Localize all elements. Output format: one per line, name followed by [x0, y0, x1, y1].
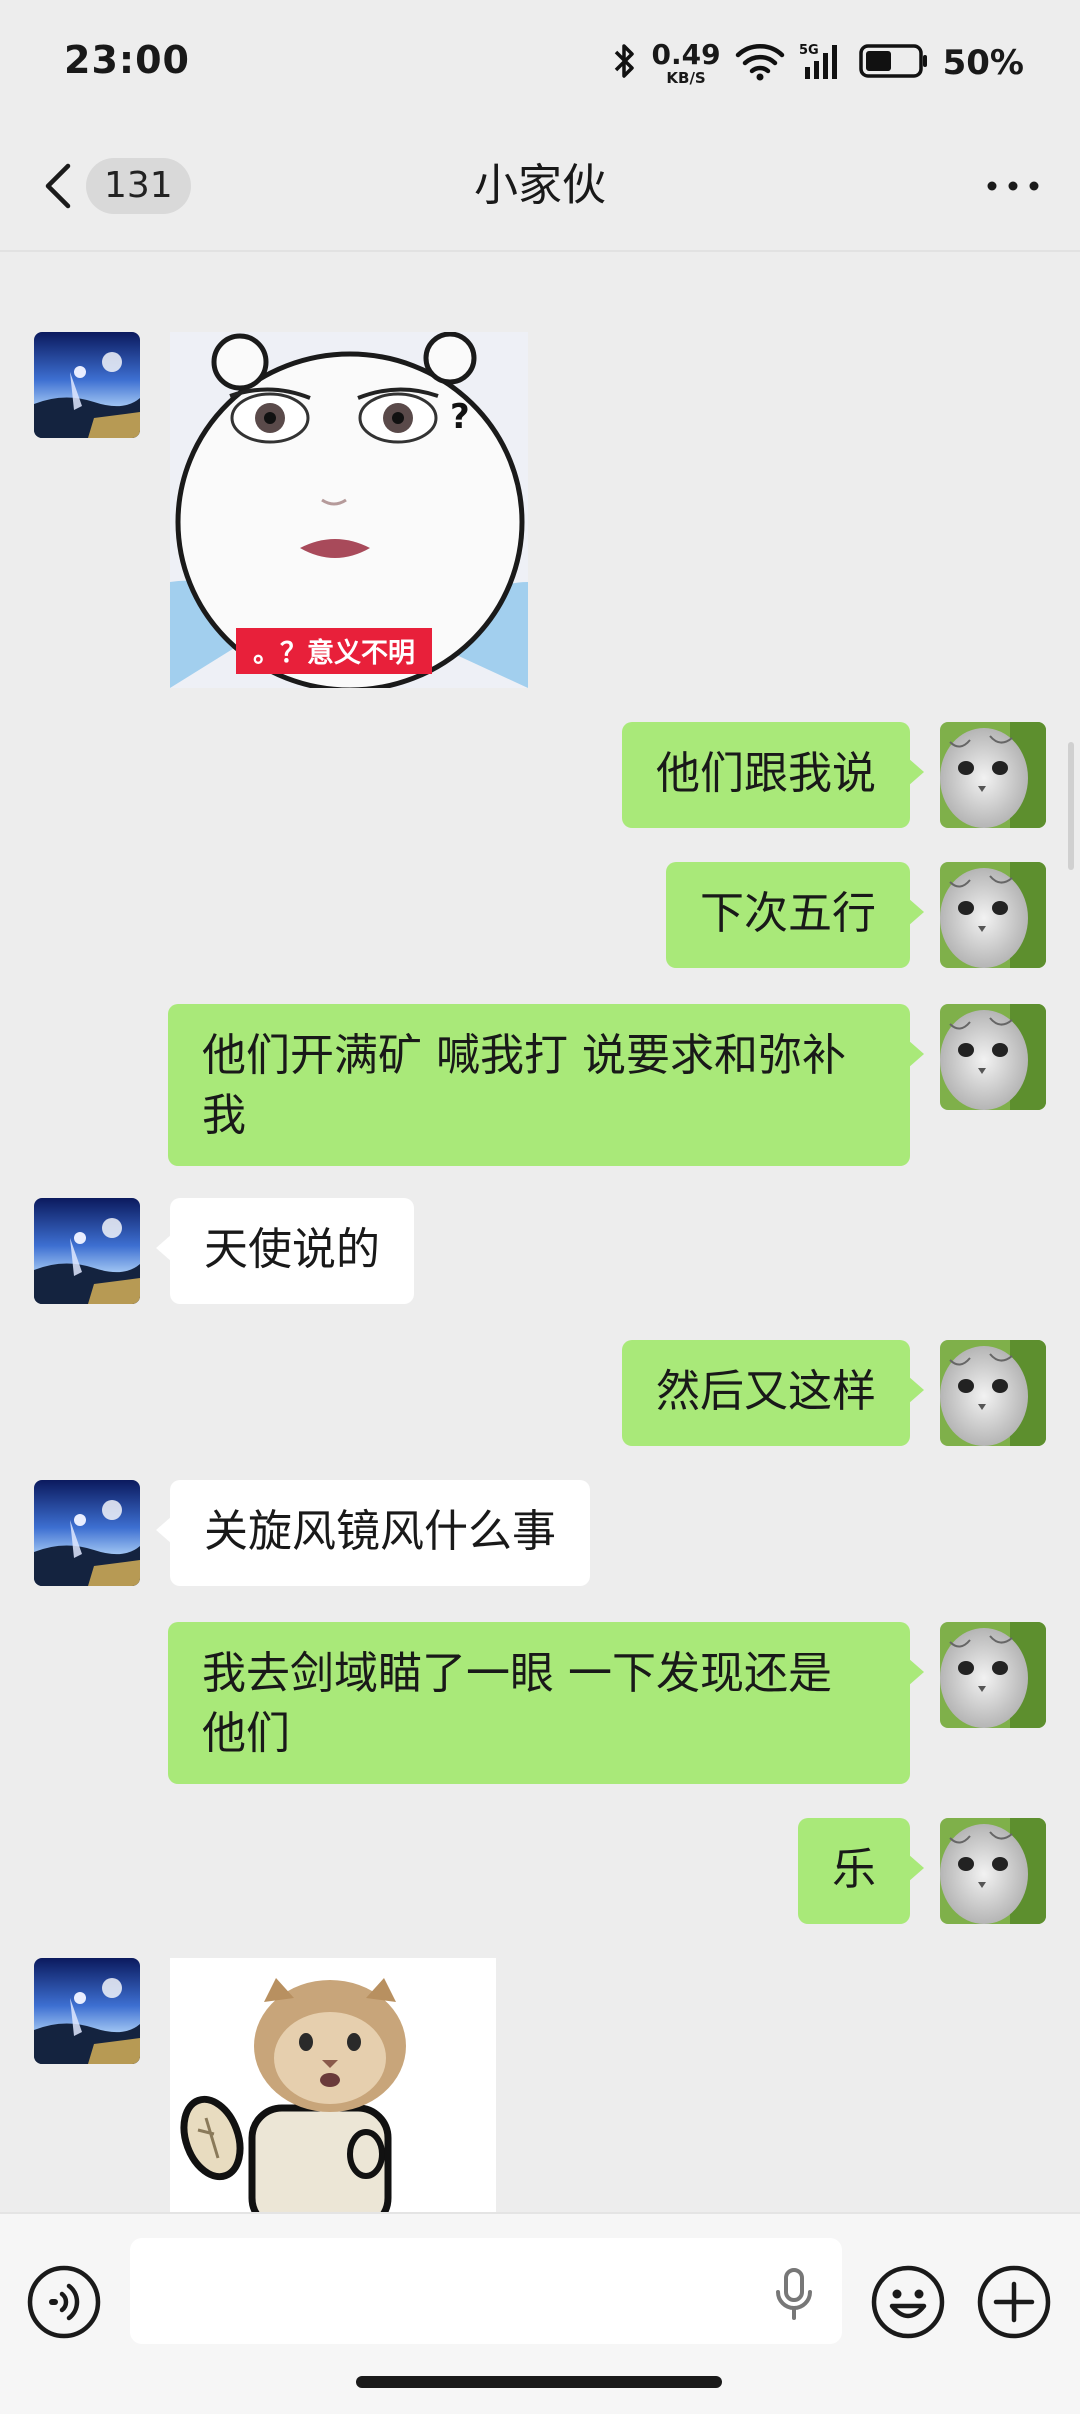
my-message-bubble[interactable]: 他们开满矿 喊我打 说要求和弥补 我: [168, 1004, 924, 1166]
status-icons: 0.49 KB/S 5G 50%: [612, 36, 1024, 90]
contact-avatar[interactable]: [34, 1958, 140, 2064]
meme-sticker[interactable]: ? 。？意义不明: [170, 332, 528, 688]
my-avatar[interactable]: [940, 1818, 1046, 1924]
my-message-bubble[interactable]: 他们跟我说: [622, 722, 924, 828]
contact-message-bubble[interactable]: 关旋风镜风什么事: [156, 1480, 590, 1586]
svg-text:5G: 5G: [799, 43, 819, 58]
message-line: 他们: [202, 1708, 290, 1759]
message-line: 我去剑域瞄了一眼 一下发现还是: [202, 1648, 832, 1699]
contact-avatar[interactable]: [34, 332, 140, 438]
voice-icon[interactable]: [26, 2264, 102, 2340]
my-avatar[interactable]: [940, 1340, 1046, 1446]
contact-avatar[interactable]: [34, 1198, 140, 1304]
emoji-icon[interactable]: [870, 2264, 946, 2340]
network-speed: 0.49 KB/S: [651, 37, 721, 87]
plus-icon[interactable]: [976, 2264, 1052, 2340]
page-title: 小家伙: [474, 160, 606, 211]
cat-sticker[interactable]: [170, 1958, 496, 2212]
bluetooth-icon: [612, 41, 638, 85]
more-dots-icon[interactable]: [986, 164, 1040, 208]
svg-text:?: ?: [450, 397, 470, 437]
contact-message-bubble[interactable]: 天使说的: [156, 1198, 414, 1304]
my-message-bubble[interactable]: 然后又这样: [622, 1340, 924, 1446]
sticker-caption: 。？意义不明: [253, 637, 415, 669]
cell-signal-icon: 5G: [799, 41, 845, 85]
scrollbar[interactable]: [1068, 742, 1074, 870]
home-indicator[interactable]: [356, 2376, 722, 2388]
my-message-bubble[interactable]: 下次五行: [666, 862, 924, 968]
message-line: 我: [202, 1090, 246, 1141]
status-time: 23:00: [64, 38, 190, 82]
wifi-icon: [735, 41, 785, 85]
my-avatar[interactable]: [940, 722, 1046, 828]
contact-avatar[interactable]: [34, 1480, 140, 1586]
status-bar: 23:00 0.49 KB/S 5G 50%: [0, 0, 1080, 120]
mic-icon[interactable]: [772, 2266, 816, 2322]
my-avatar[interactable]: [940, 1004, 1046, 1110]
message-line: 他们开满矿 喊我打 说要求和弥补: [202, 1030, 846, 1081]
battery-percent: 50%: [942, 43, 1024, 83]
chat-header: 131 小家伙: [0, 120, 1080, 252]
message-list[interactable]: ? 。？意义不明 他们跟我说 下次五行 他们开满矿 喊我打 说要求和弥补 我 天…: [0, 254, 1080, 2212]
my-avatar[interactable]: [940, 862, 1046, 968]
my-message-bubble[interactable]: 乐: [798, 1818, 924, 1924]
my-avatar[interactable]: [940, 1622, 1046, 1728]
message-input[interactable]: [130, 2238, 842, 2344]
battery-icon: [858, 43, 929, 83]
my-message-bubble[interactable]: 我去剑域瞄了一眼 一下发现还是 他们: [168, 1622, 924, 1784]
